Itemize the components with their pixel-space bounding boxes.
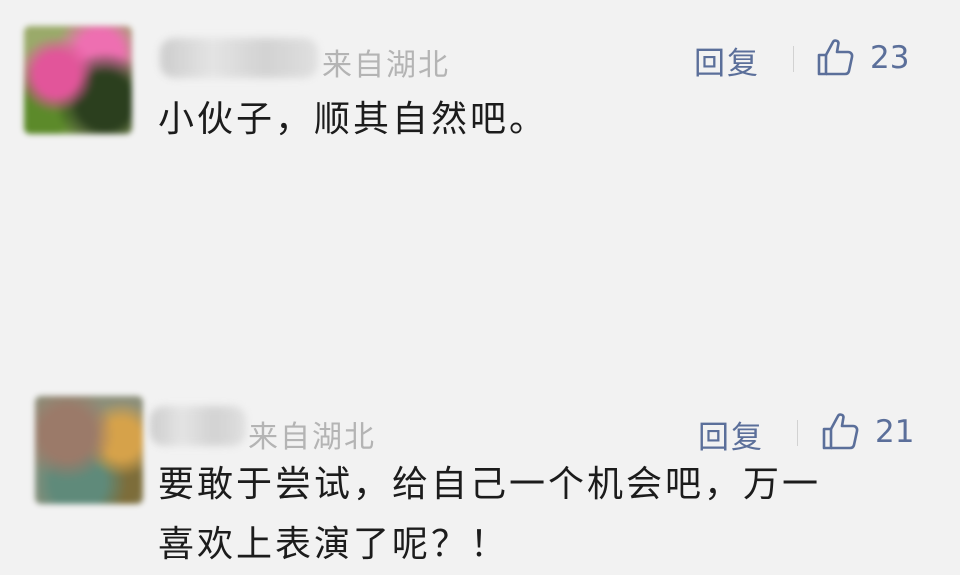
divider xyxy=(793,46,794,72)
comment-item: 来自湖北 回复 21 要敢于尝试，给自己一个机会吧，万一 喜欢上表演了呢？！ xyxy=(0,190,960,565)
username-blurred[interactable] xyxy=(160,38,318,78)
reply-button[interactable]: 回复 xyxy=(694,38,760,83)
avatar[interactable] xyxy=(35,396,143,504)
reply-button[interactable]: 回复 xyxy=(698,412,764,457)
comment-text: 要敢于尝试，给自己一个机会吧，万一 喜欢上表演了呢？！ xyxy=(158,455,918,575)
like-count: 23 xyxy=(870,40,910,76)
location-label: 来自湖北 xyxy=(248,420,376,455)
thumbs-up-icon[interactable] xyxy=(820,411,860,451)
comment-text-line: 小伙子，顺其自然吧。 xyxy=(158,99,549,140)
thumbs-up-icon[interactable] xyxy=(815,37,855,77)
location-label: 来自湖北 xyxy=(322,48,450,83)
username-blurred[interactable] xyxy=(150,406,246,446)
comment-item: 来自湖北 回复 23 小伙子，顺其自然吧。 xyxy=(0,0,960,185)
avatar[interactable] xyxy=(24,26,132,134)
comment-text-line: 要敢于尝试，给自己一个机会吧，万一 xyxy=(158,464,822,505)
like-count: 21 xyxy=(875,414,915,450)
comment-text-line: 喜欢上表演了呢？！ xyxy=(158,524,510,565)
comment-text: 小伙子，顺其自然吧。 xyxy=(158,90,918,150)
divider xyxy=(797,420,798,446)
